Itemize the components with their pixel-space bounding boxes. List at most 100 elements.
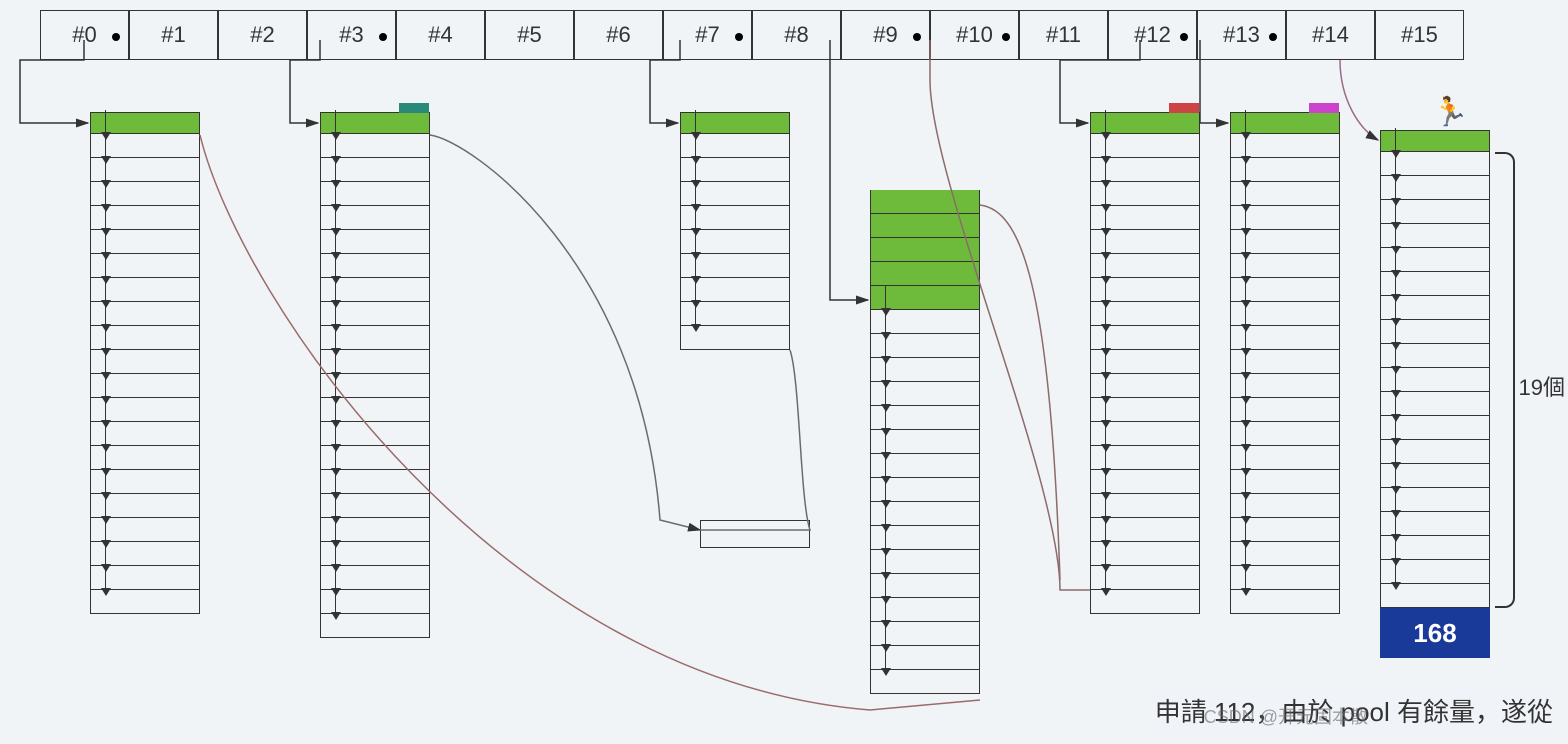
memory-cell <box>1090 590 1200 614</box>
arrow-down-icon <box>1101 324 1111 332</box>
arrow-down-icon <box>1101 540 1111 548</box>
arrow-down-icon <box>1391 174 1401 182</box>
header-cell-8: #8 <box>752 10 841 60</box>
header-cell-5: #5 <box>485 10 574 60</box>
header-cell-3: #3 <box>307 10 396 60</box>
memory-cell <box>1090 254 1200 278</box>
memory-cell <box>680 326 790 350</box>
memory-cell <box>680 206 790 230</box>
memory-cell <box>90 374 200 398</box>
arrow-down-icon <box>1241 420 1251 428</box>
arrow-down-icon <box>1101 252 1111 260</box>
memory-cell <box>870 478 980 502</box>
arrow-down-icon <box>331 588 341 596</box>
arrow-down-icon <box>1101 204 1111 212</box>
memory-cell <box>90 254 200 278</box>
arrow-down-icon <box>1101 516 1111 524</box>
memory-cell <box>870 286 980 310</box>
arrow-down-icon <box>331 564 341 572</box>
memory-cell <box>1380 344 1490 368</box>
memory-cell <box>1230 470 1340 494</box>
memory-cell <box>90 134 200 158</box>
memory-cell <box>1380 200 1490 224</box>
memory-cell <box>1380 464 1490 488</box>
memory-cell <box>1230 542 1340 566</box>
arrow-down-icon <box>1101 372 1111 380</box>
blue-value-label: 168 <box>1413 618 1456 649</box>
arrow-down-icon <box>331 420 341 428</box>
pointer-dot-icon <box>1269 33 1277 41</box>
memory-cell <box>90 230 200 254</box>
arrow-down-icon <box>1101 420 1111 428</box>
arrow-down-icon <box>1391 390 1401 398</box>
arrow-down-icon <box>691 228 701 236</box>
header-cell-13: #13 <box>1197 10 1286 60</box>
memory-cell <box>1380 272 1490 296</box>
memory-cell <box>870 598 980 622</box>
arrow-down-icon <box>881 476 891 484</box>
arrow-down-icon <box>331 372 341 380</box>
person-icon: 🏃 <box>1431 92 1471 131</box>
pointer-dot-icon <box>379 33 387 41</box>
memory-column-c7 <box>680 112 790 350</box>
arrow-down-icon <box>101 516 111 524</box>
memory-cell <box>320 422 430 446</box>
memory-cell <box>870 670 980 694</box>
memory-cell <box>870 214 980 238</box>
arrow-down-icon <box>101 228 111 236</box>
memory-cell <box>320 494 430 518</box>
memory-cell <box>1090 542 1200 566</box>
header-cell-0: #0 <box>40 10 129 60</box>
arrow-down-icon <box>1241 516 1251 524</box>
memory-cell <box>870 550 980 574</box>
arrow-down-icon <box>881 572 891 580</box>
header-label: #4 <box>428 22 452 48</box>
memory-cell <box>870 334 980 358</box>
arrow-down-icon <box>1241 276 1251 284</box>
memory-cell <box>90 566 200 590</box>
header-label: #12 <box>1134 22 1171 48</box>
red-badge-icon <box>1169 103 1199 113</box>
memory-cell <box>1380 392 1490 416</box>
memory-cell <box>1380 224 1490 248</box>
arrow-down-icon <box>1391 486 1401 494</box>
memory-cell <box>1230 254 1340 278</box>
header-label: #5 <box>517 22 541 48</box>
arrow-down-icon <box>1101 156 1111 164</box>
arrow-down-icon <box>1391 294 1401 302</box>
memory-cell <box>90 182 200 206</box>
memory-column-c12 <box>1090 112 1200 614</box>
memory-cell <box>320 350 430 374</box>
arrow-down-icon <box>1391 534 1401 542</box>
arrow-down-icon <box>1241 132 1251 140</box>
memory-cell <box>1230 494 1340 518</box>
header-label: #13 <box>1223 22 1260 48</box>
arrow-down-icon <box>1241 348 1251 356</box>
arrow-down-icon <box>1391 438 1401 446</box>
arrow-down-icon <box>1391 510 1401 518</box>
arrow-down-icon <box>101 444 111 452</box>
arrow-down-icon <box>691 156 701 164</box>
column-header-block <box>1090 112 1200 134</box>
arrow-down-icon <box>101 156 111 164</box>
watermark-text: CSDN @开元固本散 <box>1204 703 1368 729</box>
memory-cell <box>1230 278 1340 302</box>
memory-cell <box>1090 134 1200 158</box>
arrow-down-icon <box>1101 276 1111 284</box>
memory-cell <box>90 518 200 542</box>
header-label: #7 <box>695 22 719 48</box>
memory-cell <box>320 542 430 566</box>
arrow-down-icon <box>1101 564 1111 572</box>
memory-cell <box>1230 134 1340 158</box>
arrow-down-icon <box>1391 198 1401 206</box>
header-cell-14: #14 <box>1286 10 1375 60</box>
arrow-down-icon <box>691 180 701 188</box>
memory-cell <box>90 350 200 374</box>
arrow-down-icon <box>1391 366 1401 374</box>
arrow-down-icon <box>331 204 341 212</box>
arrow-down-icon <box>1101 444 1111 452</box>
column-header-block <box>90 112 200 134</box>
header-cell-9: #9 <box>841 10 930 60</box>
memory-cell <box>320 134 430 158</box>
arrow-down-icon <box>331 252 341 260</box>
